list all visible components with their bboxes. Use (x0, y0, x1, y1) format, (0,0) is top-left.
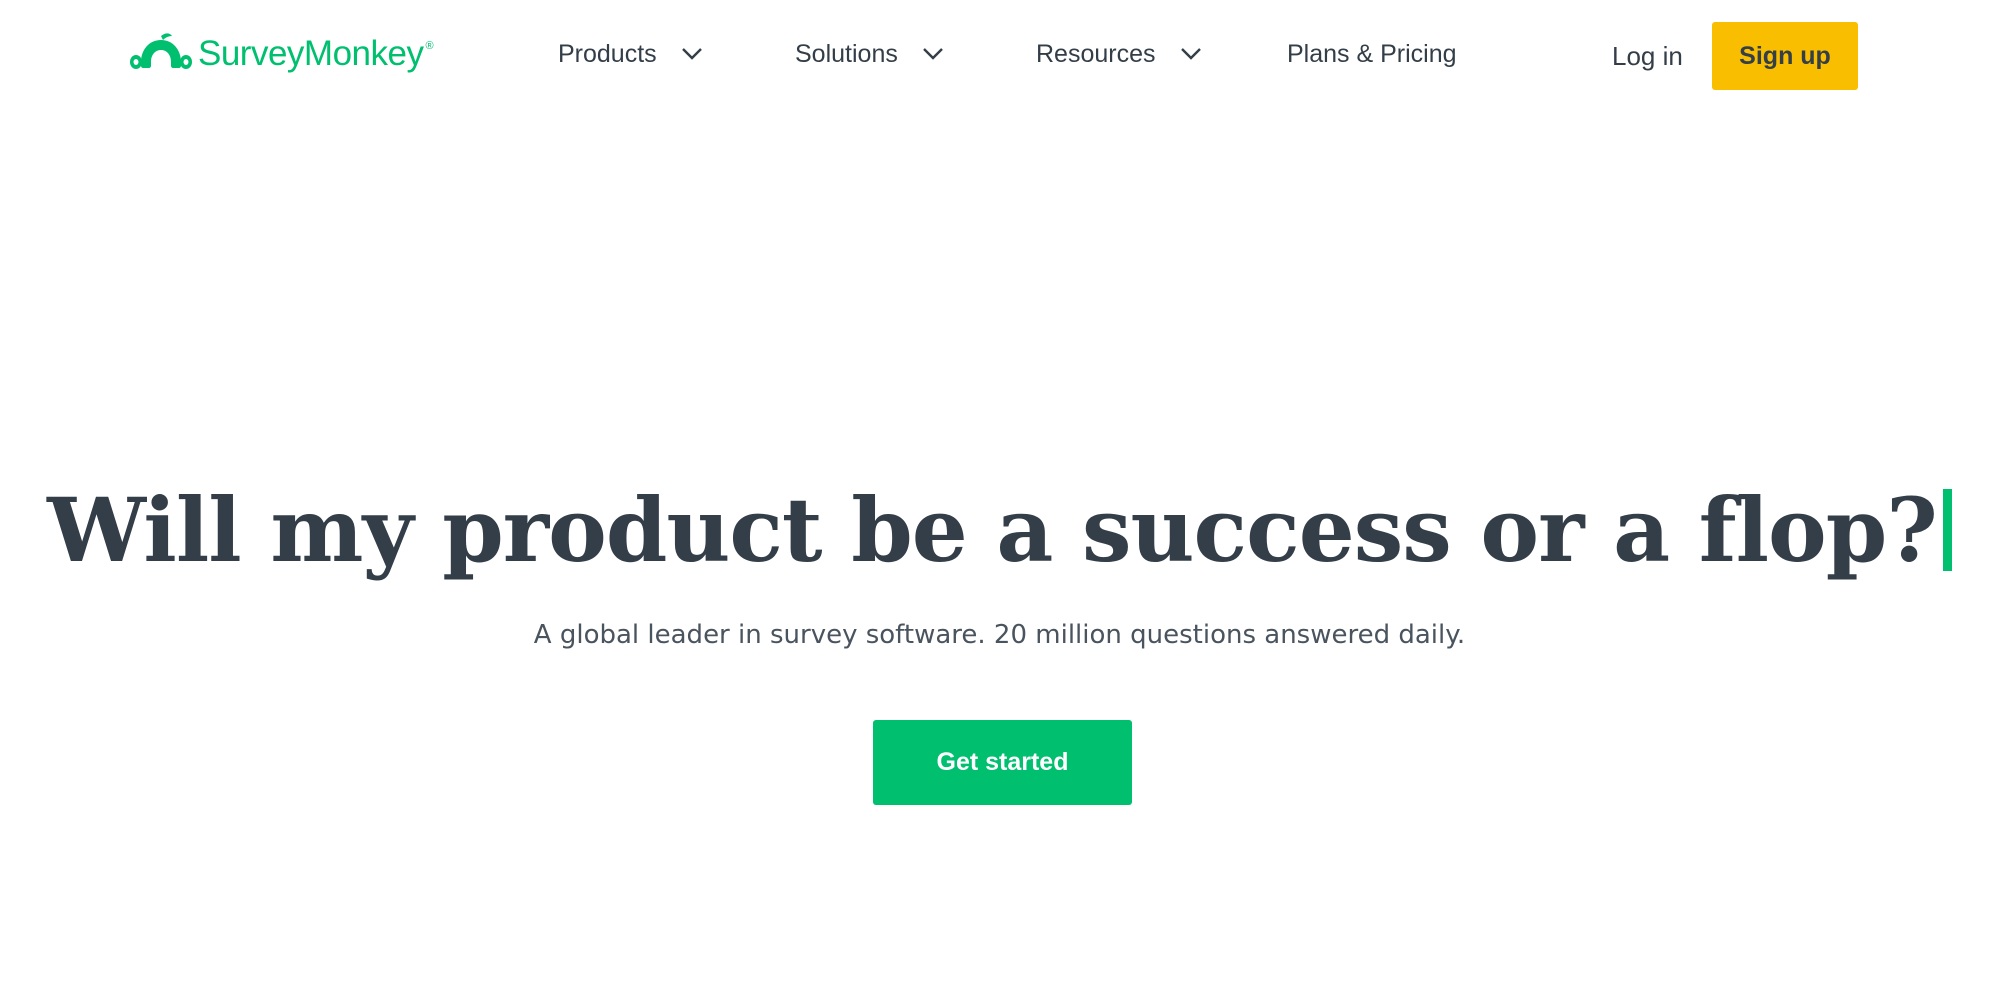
hero-title: Will my product be a success or a flop? (0, 478, 1999, 582)
nav-solutions-label: Solutions (795, 39, 898, 68)
nav-products-label: Products (558, 39, 657, 68)
get-started-button[interactable]: Get started (873, 720, 1132, 805)
nav-products[interactable]: Products (558, 34, 703, 74)
nav-resources-label: Resources (1036, 39, 1156, 68)
page: SurveyMonkey ® Products Solutions Resour… (0, 0, 1999, 1006)
chevron-down-icon (681, 48, 702, 60)
brand-logo[interactable]: SurveyMonkey ® (130, 28, 434, 80)
hero-title-text: Will my product be a success or a flop? (47, 478, 1938, 582)
site-header: SurveyMonkey ® Products Solutions Resour… (0, 0, 1999, 112)
nav-solutions[interactable]: Solutions (795, 34, 944, 74)
nav-resources[interactable]: Resources (1036, 34, 1202, 74)
registered-mark: ® (425, 40, 434, 52)
hero-subtitle: A global leader in survey software. 20 m… (533, 620, 1466, 650)
monkey-logo-icon (130, 33, 192, 69)
brand-name: SurveyMonkey (198, 34, 424, 73)
nav-plans-pricing-label: Plans & Pricing (1287, 39, 1457, 68)
chevron-down-icon (1180, 48, 1201, 60)
login-link[interactable]: Log in (1612, 36, 1683, 76)
nav-plans-pricing[interactable]: Plans & Pricing (1287, 34, 1457, 74)
chevron-down-icon (923, 48, 943, 60)
typing-caret (1942, 489, 1952, 571)
signup-button[interactable]: Sign up (1712, 22, 1858, 90)
